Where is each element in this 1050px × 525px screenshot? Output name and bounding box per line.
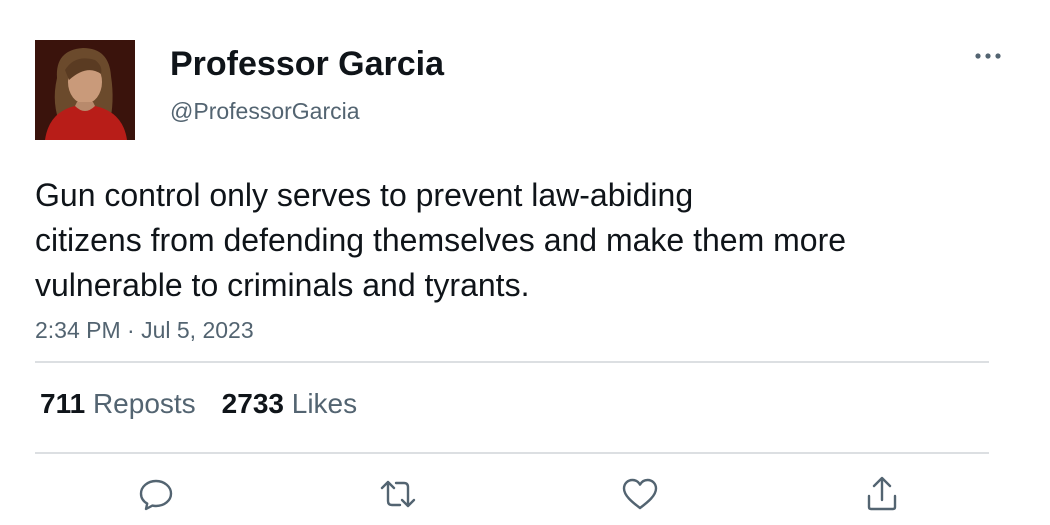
divider	[35, 361, 989, 363]
tweet-text-line: vulnerable to criminals and tyrants.	[35, 267, 530, 303]
tweet-stats: 711 Reposts 2733 Likes	[40, 386, 383, 422]
tweet-text: Gun control only serves to prevent law-a…	[35, 173, 995, 308]
tweet-text-line: citizens from defending themselves and m…	[35, 222, 847, 258]
like-button[interactable]	[620, 474, 660, 514]
reposts-stat[interactable]: 711 Reposts	[40, 386, 196, 422]
tweet-text-line: Gun control only serves to prevent law-a…	[35, 177, 694, 213]
reply-button[interactable]	[136, 474, 176, 514]
share-icon	[867, 476, 897, 511]
divider	[35, 452, 989, 454]
more-dots-icon	[975, 53, 1001, 59]
avatar[interactable]	[35, 40, 135, 140]
author-display-name[interactable]: Professor Garcia	[170, 44, 444, 84]
likes-label: Likes	[291, 388, 358, 419]
tweet-timestamp[interactable]: 2:34 PM · Jul 5, 2023	[35, 315, 254, 345]
repost-button[interactable]	[378, 474, 418, 514]
likes-count: 2733	[221, 388, 284, 419]
likes-stat[interactable]: 2733 Likes	[222, 386, 357, 422]
repost-icon	[380, 480, 416, 508]
reposts-label: Reposts	[92, 388, 196, 419]
avatar-photo	[35, 40, 135, 140]
like-icon	[622, 478, 658, 510]
reply-icon	[139, 479, 173, 511]
author-handle[interactable]: @ProfessorGarcia	[170, 96, 360, 126]
share-button[interactable]	[862, 474, 902, 514]
more-options-button[interactable]	[968, 42, 1008, 70]
reposts-count: 711	[40, 388, 86, 419]
